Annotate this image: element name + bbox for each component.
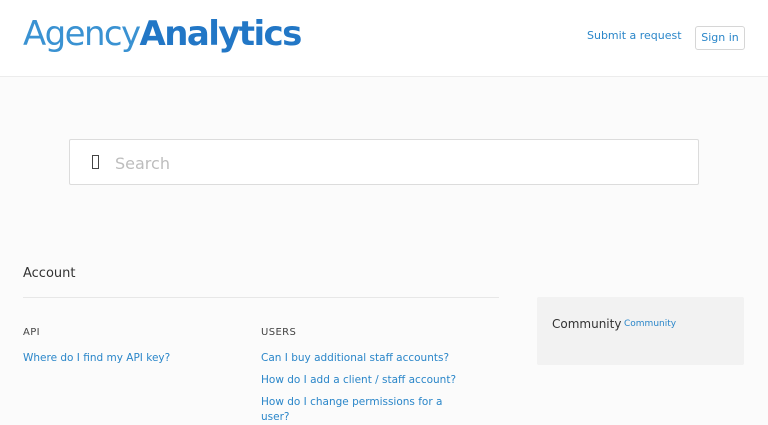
sign-in-button[interactable]: Sign in [695, 26, 745, 50]
community-link[interactable]: Community [624, 319, 676, 329]
community-box: Community Community [537, 297, 744, 365]
header: AgencyAnalytics Submit a request Sign in [0, 0, 768, 77]
category-title-api[interactable]: API [23, 327, 40, 338]
community-title: Community [552, 317, 622, 331]
logo-text-agency: Agency [23, 14, 141, 54]
search-icon [92, 155, 99, 169]
article-link-change-permissions[interactable]: How do I change permissions for a user? [261, 395, 443, 425]
submit-request-link[interactable]: Submit a request [587, 29, 682, 42]
logo-text-analytics: Analytics [139, 14, 303, 54]
article-link-buy-staff-accounts[interactable]: Can I buy additional staff accounts? [261, 351, 491, 366]
agencyanalytics-logo[interactable]: AgencyAnalytics [23, 14, 303, 54]
article-link-api-key[interactable]: Where do I find my API key? [23, 351, 223, 366]
search-input[interactable] [115, 150, 675, 176]
article-link-add-client-staff[interactable]: How do I add a client / staff account? [261, 373, 491, 388]
search-box[interactable] [69, 139, 699, 185]
section-title-account[interactable]: Account [23, 266, 76, 281]
section-divider [23, 297, 499, 298]
category-title-users[interactable]: USERS [261, 327, 296, 338]
